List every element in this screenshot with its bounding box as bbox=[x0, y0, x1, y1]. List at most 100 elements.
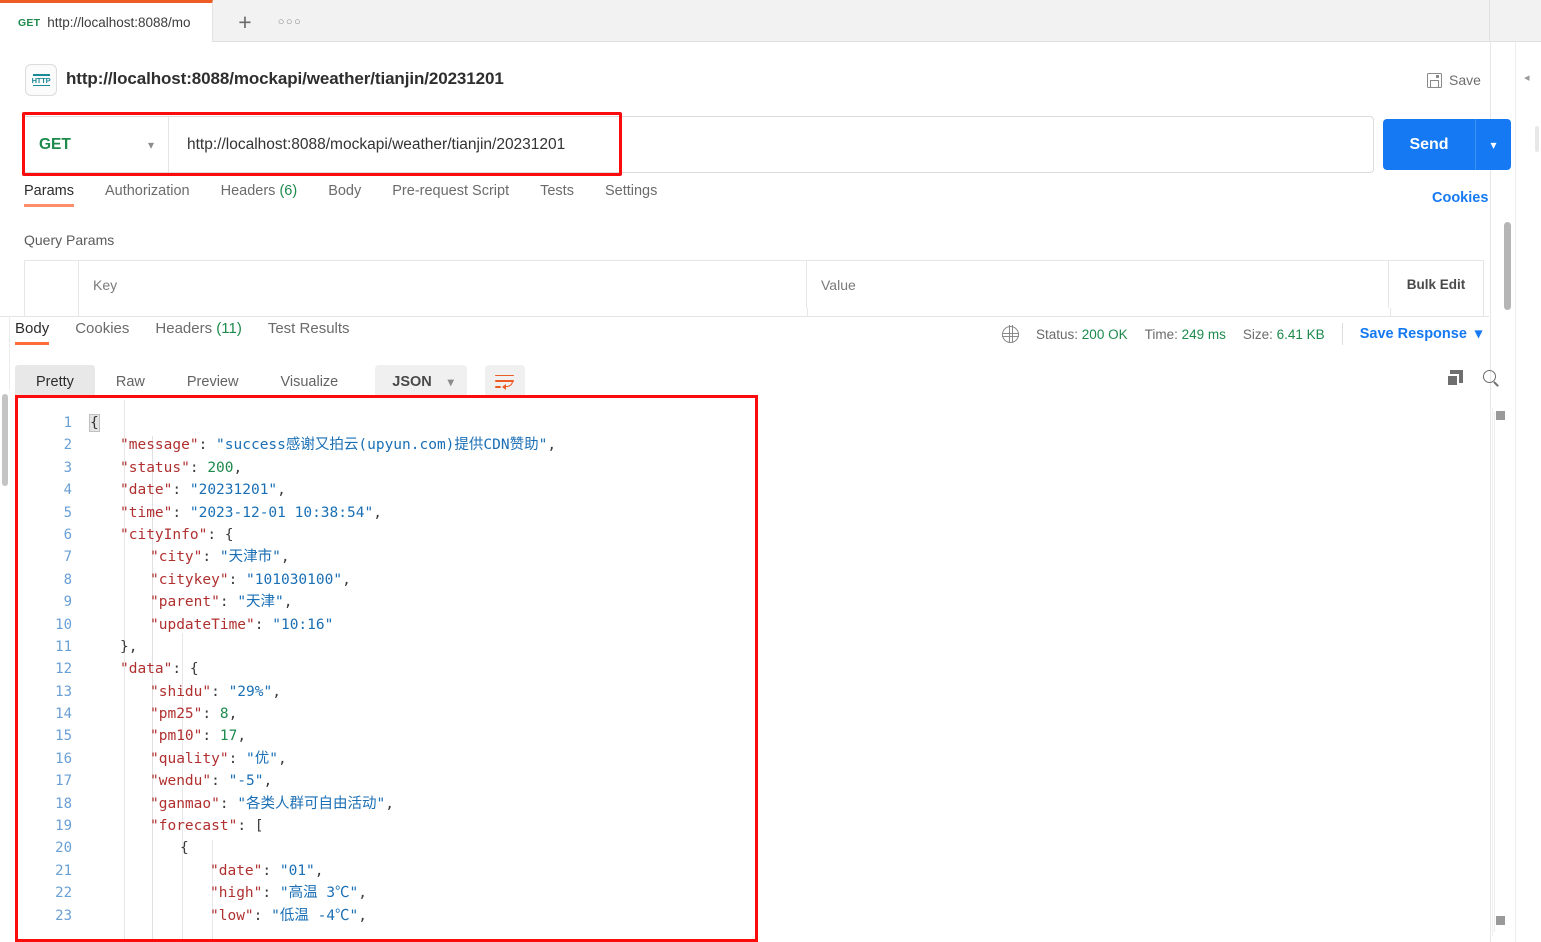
response-body-editor[interactable]: 1{2 "message": "success感谢又拍云(upyun.com)提供… bbox=[14, 400, 1490, 942]
code-line-text: "date": "01", bbox=[210, 860, 324, 882]
tab-authorization-label: Authorization bbox=[104, 183, 190, 199]
json-token-s: "success感谢又拍云(upyun.com)提供CDN赞助" bbox=[216, 437, 548, 454]
minimap-marker-top bbox=[1496, 411, 1505, 420]
view-tab-preview[interactable]: Preview bbox=[166, 365, 260, 398]
size-group: Size: 6.41 KB bbox=[1243, 327, 1325, 342]
bulk-edit-button[interactable]: Bulk Edit bbox=[1389, 261, 1483, 308]
code-line: 19 "forecast": [ bbox=[14, 815, 1490, 837]
request-tab[interactable]: GET http://localhost:8088/mo bbox=[0, 0, 213, 42]
copy-icon[interactable] bbox=[1446, 370, 1463, 387]
save-button-label: Save bbox=[1449, 72, 1481, 88]
tab-params[interactable]: Params bbox=[24, 183, 74, 207]
send-button-group: Send ▾ bbox=[1383, 119, 1511, 170]
json-token-p: : bbox=[189, 459, 208, 476]
tab-body-label: Body bbox=[328, 183, 362, 199]
new-tab-icon[interactable]: + bbox=[228, 8, 262, 36]
json-token-p: : bbox=[211, 683, 229, 700]
code-line: 18 "ganmao": "各类人群可自由活动", bbox=[14, 793, 1490, 815]
json-token-p: : bbox=[202, 706, 220, 723]
json-token-p: : bbox=[207, 526, 225, 543]
params-scrollbar[interactable] bbox=[1504, 222, 1511, 310]
tab-title-label: http://localhost:8088/mo bbox=[47, 15, 191, 30]
send-button[interactable]: Send bbox=[1383, 119, 1475, 170]
chevron-down-icon: ▾ bbox=[447, 374, 454, 389]
tab-body[interactable]: Body bbox=[328, 183, 361, 207]
line-number: 17 bbox=[55, 773, 72, 790]
code-line-text: "citykey": "101030100", bbox=[150, 569, 351, 591]
code-line: 10 "updateTime": "10:16" bbox=[14, 614, 1490, 636]
query-params-empty-row[interactable] bbox=[24, 308, 1484, 316]
response-tab-cookies-label: Cookies bbox=[75, 320, 130, 337]
view-tab-visualize[interactable]: Visualize bbox=[259, 365, 359, 398]
json-token-p: { bbox=[224, 526, 234, 543]
json-token-p: , bbox=[277, 482, 286, 499]
line-number: 20 bbox=[55, 840, 72, 857]
code-line: 5 "time": "2023-12-01 10:38:54", bbox=[14, 502, 1490, 524]
send-options-chevron-icon[interactable]: ▾ bbox=[1475, 119, 1511, 170]
json-token-k: "pm10" bbox=[150, 728, 203, 745]
response-tab-test-results[interactable]: Test Results bbox=[268, 320, 350, 345]
code-line-text: "high": "高温 3℃", bbox=[210, 882, 367, 904]
json-token-p: , bbox=[233, 459, 243, 476]
code-line-text: "parent": "天津", bbox=[150, 591, 293, 613]
json-token-p: : bbox=[237, 818, 255, 835]
query-params-value-col: Value bbox=[807, 261, 1389, 308]
tab-headers[interactable]: Headers (6) bbox=[221, 183, 298, 207]
method-select[interactable]: GET ▾ bbox=[23, 117, 169, 172]
json-token-p: : bbox=[172, 661, 190, 678]
search-icon[interactable] bbox=[1483, 370, 1500, 387]
code-line-text: "shidu": "29%", bbox=[150, 681, 281, 703]
query-params-key-header: Key bbox=[93, 276, 118, 293]
wrap-lines-button[interactable] bbox=[484, 365, 525, 398]
line-number: 2 bbox=[63, 437, 72, 454]
tab-pre-request-script[interactable]: Pre-request Script bbox=[392, 183, 509, 207]
right-sidebar-handle[interactable] bbox=[1535, 126, 1539, 152]
tab-more-options-icon[interactable]: ○○○ bbox=[272, 8, 308, 36]
view-tab-raw[interactable]: Raw bbox=[95, 365, 166, 398]
code-line-text: }, bbox=[120, 636, 137, 658]
status-value: 200 OK bbox=[1081, 326, 1128, 342]
chevron-left-icon[interactable]: ◂ bbox=[1524, 72, 1536, 84]
code-line-text: "time": "2023-12-01 10:38:54", bbox=[120, 502, 382, 524]
query-params-header-row: Key Value Bulk Edit bbox=[24, 260, 1484, 308]
json-token-k: "ganmao" bbox=[150, 795, 220, 812]
line-number: 8 bbox=[63, 571, 72, 588]
json-code-content: 1{2 "message": "success感谢又拍云(upyun.com)提供… bbox=[14, 412, 1490, 927]
tab-headers-count: (6) bbox=[279, 183, 298, 199]
json-token-s: "2023-12-01 10:38:54" bbox=[189, 504, 374, 521]
url-input[interactable] bbox=[169, 117, 1373, 172]
left-scrollbar[interactable] bbox=[2, 394, 8, 486]
line-number: 14 bbox=[55, 706, 72, 723]
code-line: 7 "city": "天津市", bbox=[14, 546, 1490, 568]
chevron-down-icon: ▾ bbox=[147, 137, 154, 152]
view-tab-pretty[interactable]: Pretty bbox=[15, 365, 95, 398]
response-tab-body[interactable]: Body bbox=[15, 320, 50, 345]
code-line-text: "date": "20231201", bbox=[120, 479, 286, 501]
json-token-p: , bbox=[237, 728, 247, 745]
status-label: Status: bbox=[1036, 326, 1079, 342]
response-tab-headers[interactable]: Headers (11) bbox=[155, 320, 241, 345]
save-button[interactable]: Save bbox=[1427, 68, 1481, 92]
json-token-n: 8 bbox=[219, 706, 229, 723]
save-response-button[interactable]: Save Response ▾ bbox=[1360, 326, 1482, 342]
tab-authorization[interactable]: Authorization bbox=[105, 183, 190, 207]
tab-tests[interactable]: Tests bbox=[540, 183, 574, 207]
http-icon-label: HTTP bbox=[31, 75, 51, 85]
json-token-s: "高温 3℃" bbox=[279, 885, 359, 902]
globe-icon bbox=[1001, 325, 1019, 343]
json-token-p: , bbox=[283, 594, 293, 611]
json-token-p: : bbox=[253, 907, 272, 924]
line-number: 1 bbox=[63, 415, 72, 431]
request-tabs: Params Authorization Headers (6) Body Pr… bbox=[0, 183, 1489, 216]
code-line: 12 "data": { bbox=[14, 658, 1490, 680]
json-token-p: : bbox=[228, 571, 247, 588]
json-token-s: "29%" bbox=[228, 683, 273, 700]
json-token-k: "updateTime" bbox=[150, 616, 255, 633]
response-format-select[interactable]: JSON ▾ bbox=[375, 365, 467, 398]
tab-settings[interactable]: Settings bbox=[605, 183, 657, 207]
json-token-p: : bbox=[228, 750, 247, 767]
code-line-text: { bbox=[89, 412, 100, 434]
query-params-checkbox-col bbox=[25, 261, 79, 308]
cookies-link[interactable]: Cookies bbox=[1432, 190, 1488, 206]
response-tab-cookies[interactable]: Cookies bbox=[75, 320, 129, 345]
